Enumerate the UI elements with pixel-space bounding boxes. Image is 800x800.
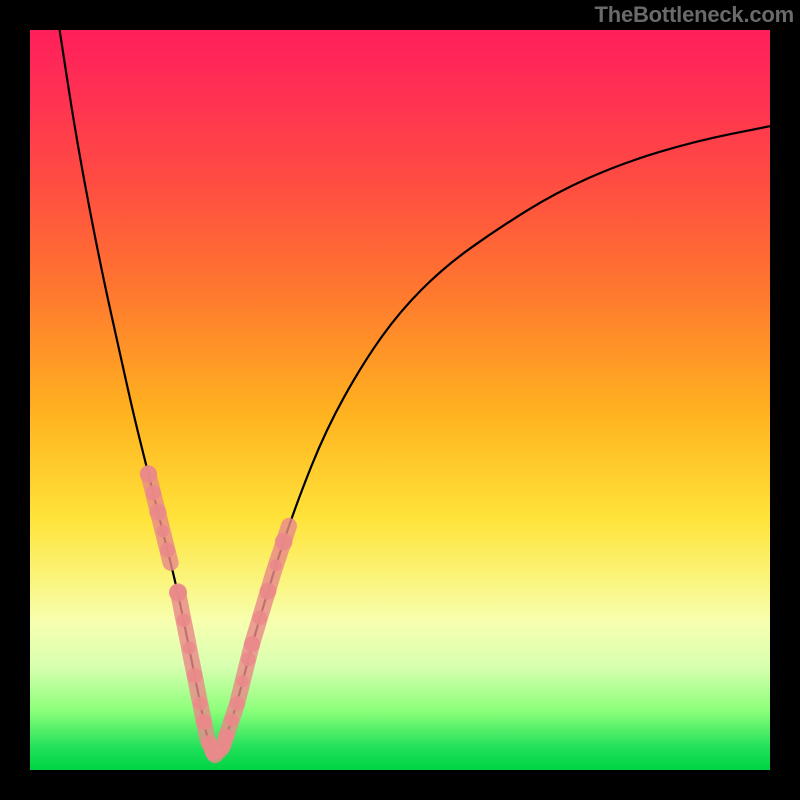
marker-dot — [183, 642, 196, 655]
marker-dot — [146, 485, 161, 500]
marker-dot — [160, 543, 175, 558]
marker-dot — [237, 675, 249, 687]
marker-dot — [230, 696, 245, 711]
marker-dot — [244, 636, 260, 652]
marker-dot — [193, 697, 207, 711]
marker-dot — [241, 652, 255, 666]
marker-dot — [157, 525, 169, 537]
marker-blobs — [140, 465, 293, 760]
marker-dot — [196, 714, 211, 729]
marker-dot — [253, 611, 267, 625]
watermark-text: TheBottleneck.com — [594, 2, 794, 28]
marker-dot — [219, 730, 233, 744]
marker-dot — [177, 613, 191, 627]
plot-area — [30, 30, 770, 770]
bottleneck-curve — [60, 30, 770, 753]
marker-dot — [260, 583, 277, 600]
chart-svg — [30, 30, 770, 770]
marker-dot — [169, 583, 187, 601]
marker-dot — [270, 559, 282, 571]
marker-dot — [140, 465, 157, 482]
marker-dot — [187, 668, 202, 683]
marker-dot — [225, 713, 238, 726]
marker-dot — [149, 504, 166, 521]
chart-frame: TheBottleneck.com — [0, 0, 800, 800]
marker-dot — [275, 533, 293, 551]
